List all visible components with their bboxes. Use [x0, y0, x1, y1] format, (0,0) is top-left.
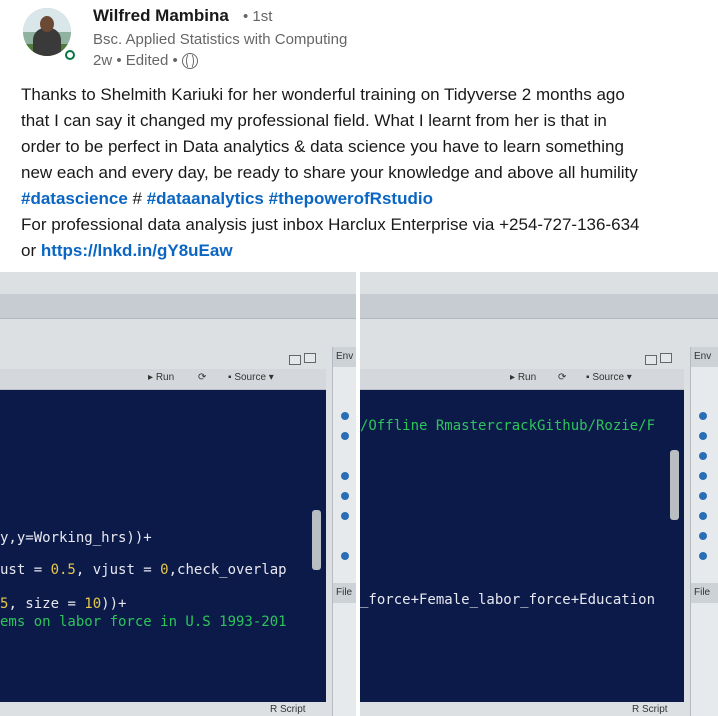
- post-images: ▸ Run ⟳ ▪ Source ▾ y,y=Working_hrs))+ us…: [0, 272, 718, 716]
- post-line: new each and every day, be ready to shar…: [21, 163, 638, 182]
- post-line: For professional data analysis just inbo…: [21, 215, 640, 234]
- files-panel: File: [332, 583, 356, 716]
- files-tab: File: [333, 583, 356, 603]
- window-topbar: [360, 294, 718, 319]
- rstudio-image-left[interactable]: ▸ Run ⟳ ▪ Source ▾ y,y=Working_hrs))+ us…: [0, 272, 356, 716]
- source-button: ▪ Source ▾: [228, 372, 274, 383]
- globe-icon: [181, 52, 198, 69]
- hashtag-thepowerofrstudio[interactable]: #thepowerofRstudio: [269, 189, 433, 208]
- run-button: ▸ Run: [148, 372, 175, 383]
- source-label: Source: [234, 372, 267, 383]
- code-comment: ems on labor force in U.S 1993-201: [0, 614, 287, 630]
- hash-separator: #: [127, 189, 147, 208]
- author-headline: Bsc. Applied Statistics with Computing: [93, 31, 348, 48]
- minimize-icon: [289, 355, 301, 365]
- file-type: R Script: [632, 704, 668, 715]
- post-line: Thanks to Shelmith Kariuki for her wonde…: [21, 85, 625, 104]
- minimize-icon: [645, 355, 657, 365]
- run-label: Run: [517, 372, 537, 383]
- code-comment: /Offline RmastercrackGithub/Rozie/F: [360, 418, 656, 434]
- author-avatar[interactable]: [23, 8, 71, 56]
- post-link[interactable]: https://lnkd.in/gY8uEaw: [41, 241, 233, 260]
- rstudio-image-right[interactable]: ▸ Run ⟳ ▪ Source ▾ /Offline Rmastercrack…: [360, 272, 718, 716]
- post-meta: 2w • Edited •: [93, 52, 198, 69]
- hashtag-datascience[interactable]: #datascience: [21, 189, 128, 208]
- linkedin-post: Wilfred Mambina • 1st Bsc. Applied Stati…: [0, 0, 718, 716]
- connection-degree: • 1st: [243, 8, 273, 25]
- scrollbar: [312, 510, 321, 570]
- source-button: ▪ Source ▾: [586, 372, 632, 383]
- rerun-icon: ⟳: [558, 372, 567, 383]
- run-label: Run: [155, 372, 175, 383]
- maximize-icon: [660, 353, 672, 363]
- files-tab: File: [691, 583, 718, 603]
- code-line: _force+Female_labor_force+Education: [360, 592, 656, 608]
- environment-panel: Env: [332, 347, 356, 587]
- maximize-icon: [304, 353, 316, 363]
- environment-panel: Env: [690, 347, 718, 587]
- link-prefix: or: [21, 241, 41, 260]
- link-line: or https://lnkd.in/gY8uEaw: [21, 238, 701, 264]
- source-label: Source: [592, 372, 625, 383]
- code-editor: y,y=Working_hrs))+ ust = 0.5, vjust = 0,…: [0, 390, 326, 702]
- env-tab: Env: [691, 347, 718, 367]
- window-topbar: [0, 294, 356, 319]
- author-name[interactable]: Wilfred Mambina: [93, 6, 229, 26]
- post-line: order to be perfect in Data analytics & …: [21, 137, 624, 156]
- hashtag-line: #datascience # #dataanalytics #thepowero…: [21, 186, 701, 212]
- hashtag-dataanalytics[interactable]: #dataanalytics: [147, 189, 264, 208]
- code-editor: /Offline RmastercrackGithub/Rozie/F _for…: [360, 390, 684, 702]
- scrollbar: [670, 450, 679, 520]
- code-line: 5, size = 10))+: [0, 596, 127, 612]
- rerun-icon: ⟳: [198, 372, 207, 383]
- files-panel: File: [690, 583, 718, 716]
- post-time: 2w • Edited •: [93, 52, 178, 69]
- run-button: ▸ Run: [510, 372, 537, 383]
- file-type: R Script: [270, 704, 306, 715]
- code-line: y,y=Working_hrs))+: [0, 530, 152, 546]
- post-line: that I can say it changed my professiona…: [21, 111, 607, 130]
- post-body: Thanks to Shelmith Kariuki for her wonde…: [21, 82, 701, 264]
- env-tab: Env: [333, 347, 356, 367]
- code-line: ust = 0.5, vjust = 0,check_overlap: [0, 562, 287, 578]
- online-status-icon: [63, 48, 77, 62]
